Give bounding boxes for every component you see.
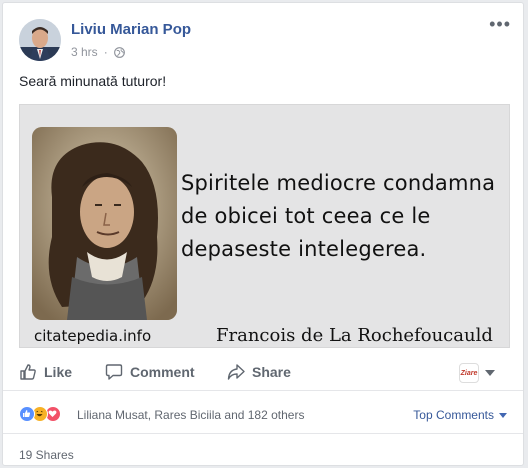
share-target-selector[interactable]: Ziare <box>459 363 495 383</box>
thumbs-up-icon <box>19 363 37 381</box>
portrait-image <box>32 127 177 320</box>
more-options-icon[interactable]: ••• <box>489 15 511 33</box>
shares-count[interactable]: 19 Shares <box>19 448 74 462</box>
share-arrow-icon <box>227 363 245 381</box>
chevron-down-icon <box>499 412 507 418</box>
ziare-page-avatar: Ziare <box>459 363 479 383</box>
post-meta: 3 hrs · <box>71 45 125 59</box>
comment-icon <box>105 363 123 381</box>
comment-sort-label: Top Comments <box>413 408 494 422</box>
reactions-bar: Liliana Musat, Rares Biciila and 182 oth… <box>3 392 523 434</box>
comment-sort-dropdown[interactable]: Top Comments <box>413 408 507 422</box>
quote-text: Spiritele mediocre condamna de obicei to… <box>181 167 509 266</box>
avatar[interactable] <box>19 19 61 61</box>
quote-line: de obicei tot ceea ce le <box>181 204 431 228</box>
post-card: Liviu Marian Pop 3 hrs · ••• Seară minun… <box>2 2 524 466</box>
author-name[interactable]: Liviu Marian Pop <box>71 21 191 38</box>
comment-button[interactable]: Comment <box>105 363 195 381</box>
quote-line: Spiritele mediocre condamna <box>181 171 496 195</box>
comment-label: Comment <box>130 364 195 380</box>
action-bar: Like Comment Share Ziare <box>3 355 523 391</box>
meta-separator: · <box>103 45 108 59</box>
like-reaction-icon <box>19 406 35 422</box>
like-label: Like <box>44 364 73 380</box>
chevron-down-icon <box>485 370 495 376</box>
quote-line: depaseste intelegerea. <box>181 237 427 261</box>
reaction-icons[interactable] <box>19 406 61 422</box>
reactions-summary[interactable]: Liliana Musat, Rares Biciila and 182 oth… <box>77 408 304 422</box>
share-button[interactable]: Share <box>227 363 291 381</box>
post-time[interactable]: 3 hrs <box>71 45 98 59</box>
globe-icon[interactable] <box>113 46 125 58</box>
quote-image[interactable]: Spiritele mediocre condamna de obicei to… <box>19 104 510 348</box>
like-button[interactable]: Like <box>19 363 72 381</box>
quote-attribution: Francois de La Rochefoucauld <box>216 325 493 346</box>
source-site: citatepedia.info <box>34 327 152 345</box>
post-text: Seară minunată tuturor! <box>19 73 167 89</box>
share-label: Share <box>252 364 291 380</box>
